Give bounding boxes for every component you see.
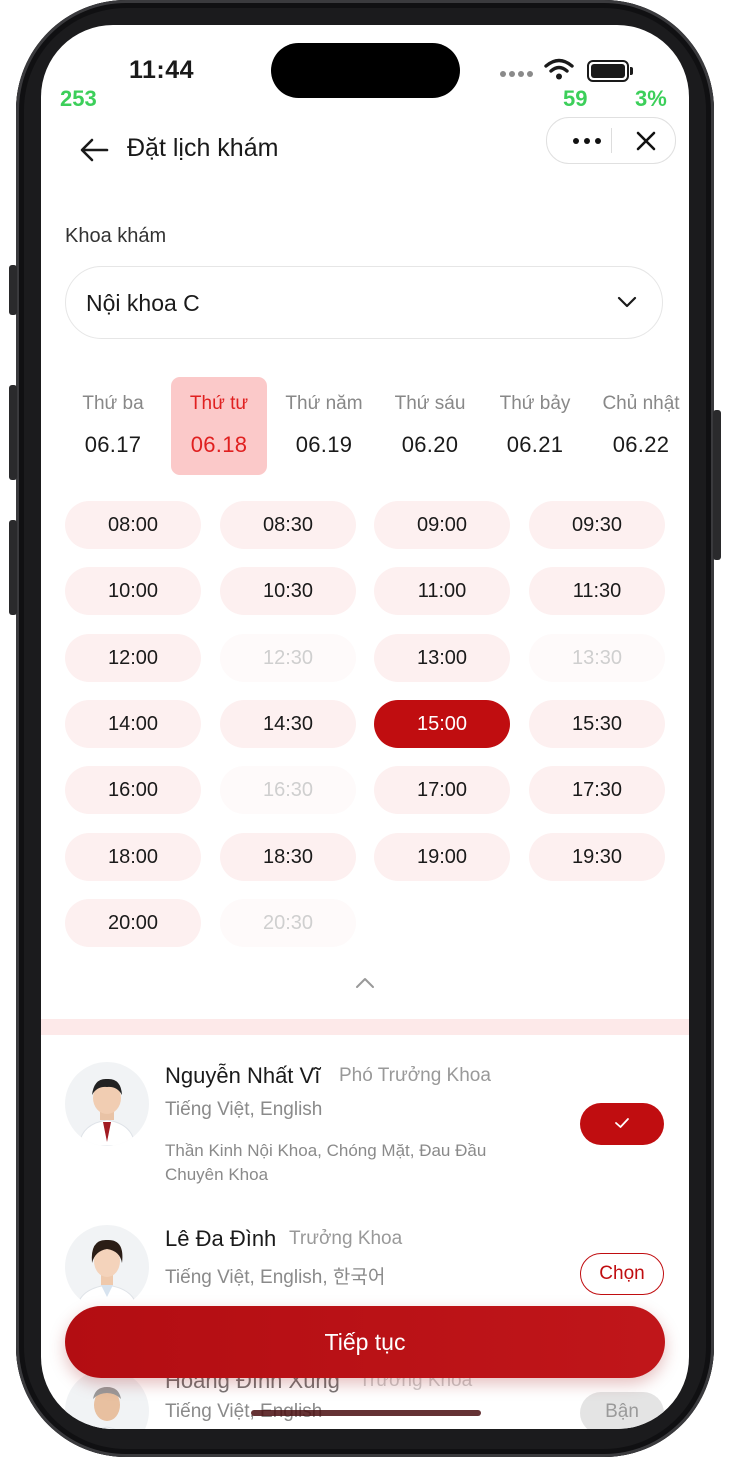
capsule-divider <box>611 128 612 153</box>
time-slot[interactable]: 17:00 <box>374 766 510 814</box>
doctor-selected-button[interactable] <box>580 1103 664 1145</box>
dynamic-island <box>271 43 460 98</box>
continue-button[interactable]: Tiếp tục <box>65 1306 665 1378</box>
day-name: Thứ năm <box>285 393 363 414</box>
section-divider <box>41 1019 689 1035</box>
day-date: 06.21 <box>506 432 564 457</box>
time-slot[interactable]: 13:00 <box>374 634 510 682</box>
time-slot[interactable]: 12:00 <box>65 634 201 682</box>
doctor-avatar <box>65 1225 149 1309</box>
day-tab[interactable]: Chủ nhật 06.22 <box>593 377 689 475</box>
doctor-avatar <box>65 1369 149 1429</box>
time-slot[interactable]: 08:30 <box>220 501 356 549</box>
time-slot: 20:30 <box>220 899 356 947</box>
day-date: 06.17 <box>84 432 142 457</box>
status-time: 11:44 <box>129 56 195 84</box>
department-value: Nội khoa C <box>86 290 200 316</box>
back-arrow-icon[interactable] <box>79 137 109 168</box>
cpu-percent: 3% <box>635 86 667 111</box>
department-label: Khoa khám <box>65 225 167 247</box>
day-name: Thứ sáu <box>394 393 466 414</box>
busy-doctor-badge: Bận <box>580 1392 664 1429</box>
wifi-icon <box>544 58 574 85</box>
time-slot[interactable]: 10:00 <box>65 567 201 615</box>
chevron-down-icon <box>616 291 638 318</box>
department-select[interactable]: Nội khoa C <box>65 266 663 339</box>
check-icon <box>615 1118 629 1128</box>
miniprogram-capsule <box>546 117 676 164</box>
day-date: 06.20 <box>401 432 459 457</box>
time-slot[interactable]: 19:00 <box>374 833 510 881</box>
fps-counter: 253 <box>60 86 97 111</box>
time-slot[interactable]: 09:30 <box>529 501 665 549</box>
more-options-icon[interactable] <box>562 118 612 163</box>
time-slot: 12:30 <box>220 634 356 682</box>
time-slot-selected[interactable]: 15:00 <box>374 700 510 748</box>
page-title: Đặt lịch khám <box>127 134 279 162</box>
time-slot[interactable]: 19:30 <box>529 833 665 881</box>
chevron-up-icon[interactable] <box>353 975 377 996</box>
time-slot[interactable]: 11:30 <box>529 567 665 615</box>
day-name: Chủ nhật <box>602 393 680 414</box>
doctor-specialty: Thần Kinh Nội Khoa, Chóng Mặt, Đau Đầu C… <box>165 1141 487 1184</box>
volume-up-button <box>9 385 17 480</box>
power-button <box>713 410 721 560</box>
doctor-name: Nguyễn Nhất Vĩ <box>165 1063 321 1088</box>
time-slot: 13:30 <box>529 634 665 682</box>
cellular-signal-icon <box>500 71 533 77</box>
time-slot[interactable]: 18:30 <box>220 833 356 881</box>
time-slot[interactable]: 08:00 <box>65 501 201 549</box>
close-icon[interactable] <box>623 118 668 163</box>
doctor-languages: Tiếng Việt, English, 한국어 <box>165 1267 386 1288</box>
day-date: 06.22 <box>612 432 670 457</box>
volume-down-button <box>9 520 17 615</box>
day-tab[interactable]: Thứ sáu 06.20 <box>382 377 478 475</box>
time-slot[interactable]: 11:00 <box>374 567 510 615</box>
time-slot[interactable]: 18:00 <box>65 833 201 881</box>
doctor-languages: Tiếng Việt, English <box>165 1099 323 1120</box>
time-slot[interactable]: 17:30 <box>529 766 665 814</box>
time-slot[interactable]: 16:00 <box>65 766 201 814</box>
home-indicator <box>251 1410 481 1416</box>
day-tab[interactable]: Thứ ba 06.17 <box>65 377 161 475</box>
time-slot[interactable]: 14:00 <box>65 700 201 748</box>
day-tab[interactable]: Thứ tư 06.18 <box>171 377 267 475</box>
fps-value: 59 <box>563 86 588 111</box>
action-button <box>9 265 17 315</box>
app-screen: 11:44 253 59 3% Đặt lịch khám Khoa khám … <box>41 25 689 1429</box>
doctor-avatar <box>65 1062 149 1146</box>
day-name: Thứ tư <box>189 393 249 414</box>
day-date: 06.18 <box>190 432 248 457</box>
time-slot[interactable]: 14:30 <box>220 700 356 748</box>
day-date: 06.19 <box>295 432 353 457</box>
time-slot[interactable]: 20:00 <box>65 899 201 947</box>
day-name: Thứ bảy <box>499 393 571 414</box>
day-tab[interactable]: Thứ bảy 06.21 <box>487 377 583 475</box>
doctor-title: Phó Trưởng Khoa <box>339 1065 491 1086</box>
battery-icon <box>587 60 633 82</box>
time-slot[interactable]: 09:00 <box>374 501 510 549</box>
doctor-title: Trưởng Khoa <box>289 1228 403 1249</box>
time-slot[interactable]: 15:30 <box>529 700 665 748</box>
choose-doctor-button[interactable]: Chọn <box>580 1253 664 1295</box>
day-tab[interactable]: Thứ năm 06.19 <box>276 377 372 475</box>
day-name: Thứ ba <box>82 393 144 414</box>
time-slot: 16:30 <box>220 766 356 814</box>
doctor-name: Lê Đa Đình <box>165 1226 277 1251</box>
time-slot[interactable]: 10:30 <box>220 567 356 615</box>
